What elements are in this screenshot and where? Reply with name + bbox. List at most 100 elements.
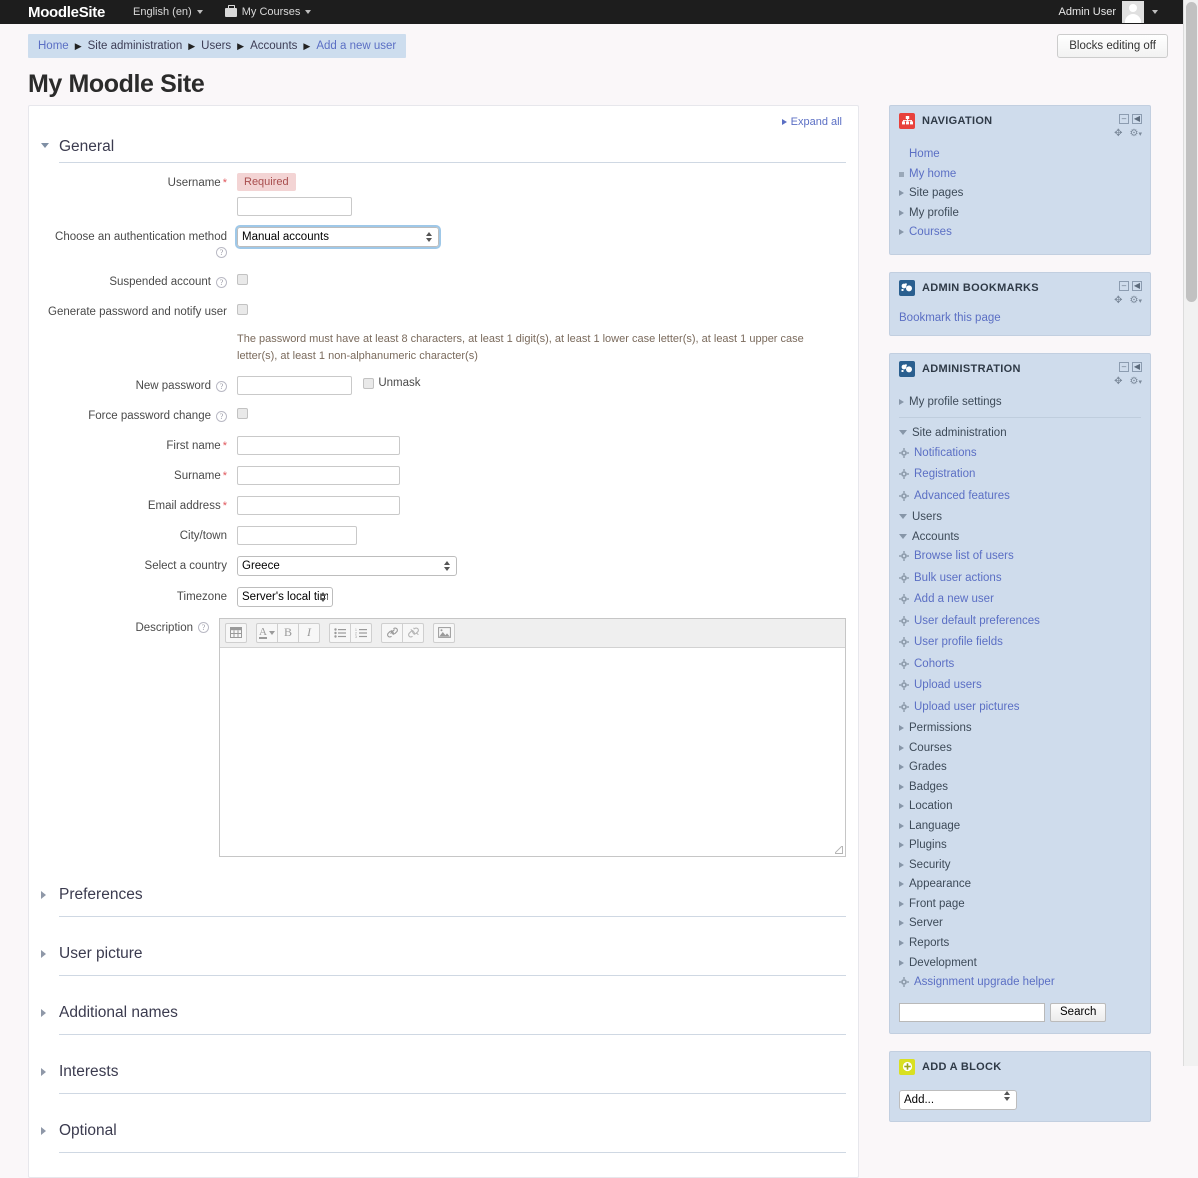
admin-tree-item[interactable]: Registration <box>899 465 1141 487</box>
collapse-block-icon[interactable]: – <box>1119 280 1129 291</box>
bullet-list-icon[interactable] <box>329 622 351 643</box>
chevron-right-icon[interactable] <box>899 190 904 197</box>
auth-method-select[interactable]: Manual accounts <box>235 225 441 249</box>
admin-tree-item[interactable]: Front page <box>899 895 1141 915</box>
section-header-preferences[interactable]: Preferences <box>41 882 846 910</box>
chevron-right-icon[interactable] <box>899 209 904 216</box>
admin-tree-item[interactable]: Grades <box>899 758 1141 778</box>
admin-tree-item[interactable]: Reports <box>899 934 1141 954</box>
my-courses-menu[interactable]: My Courses <box>224 4 312 18</box>
admin-tree-item[interactable]: Security <box>899 856 1141 876</box>
dock-block-icon[interactable]: ◀ <box>1132 280 1142 291</box>
unmask-control[interactable]: Unmask <box>363 377 421 389</box>
breadcrumb-item-site-administration[interactable]: Site administration <box>88 40 183 52</box>
move-icon[interactable]: ✥ <box>1114 376 1122 387</box>
chevron-right-icon[interactable] <box>899 764 904 771</box>
breadcrumb-item-users[interactable]: Users <box>201 40 231 52</box>
blocks-editing-toggle-button[interactable]: Blocks editing off <box>1057 34 1168 58</box>
chevron-right-icon[interactable] <box>899 822 904 829</box>
admin-tree-item[interactable]: User profile fields <box>899 633 1141 655</box>
scrollbar-thumb[interactable] <box>1186 2 1197 302</box>
chevron-down-icon[interactable] <box>899 430 907 436</box>
username-input[interactable] <box>237 197 352 216</box>
link-icon[interactable] <box>381 622 403 643</box>
help-icon[interactable]: ? <box>216 246 227 258</box>
admin-tree-item-label[interactable]: Upload user pictures <box>914 700 1019 716</box>
admin-tree-item-label[interactable]: Bulk user actions <box>914 571 1002 587</box>
chevron-right-icon[interactable] <box>899 744 904 751</box>
move-icon[interactable]: ✥ <box>1114 128 1122 139</box>
help-icon[interactable]: ? <box>216 380 227 392</box>
email-input[interactable] <box>237 495 400 515</box>
admin-tree-item[interactable]: Upload user pictures <box>899 698 1141 720</box>
country-select[interactable]: Greece <box>237 555 457 576</box>
unlink-icon[interactable] <box>402 622 424 643</box>
admin-tree-item[interactable]: Plugins <box>899 836 1141 856</box>
admin-tree-item-label[interactable]: Browse list of users <box>914 549 1014 565</box>
admin-tree-item-label[interactable]: User default preferences <box>914 614 1040 630</box>
breadcrumb-item-accounts[interactable]: Accounts <box>250 40 297 52</box>
suspended-account-checkbox[interactable] <box>237 274 248 286</box>
admin-tree-item-label[interactable]: Assignment upgrade helper <box>914 975 1055 991</box>
admin-tree-item[interactable]: Permissions <box>899 719 1141 739</box>
nav-item-courses-label[interactable]: Courses <box>909 225 952 241</box>
admin-tree-item[interactable]: Advanced features <box>899 487 1141 509</box>
admin-tree-item[interactable]: Users <box>899 508 1141 528</box>
chevron-right-icon[interactable] <box>899 861 904 868</box>
nav-item-home[interactable]: Home <box>899 145 1141 165</box>
admin-tree-item[interactable]: Server <box>899 914 1141 934</box>
admin-tree-item[interactable]: Language <box>899 817 1141 837</box>
language-menu[interactable]: English (en) <box>133 6 203 18</box>
gear-icon[interactable]: ⚙▾ <box>1130 376 1142 387</box>
breadcrumb-item-add-a-new-user[interactable]: Add a new user <box>316 40 396 52</box>
add-block-select[interactable]: Add... <box>899 1089 1017 1110</box>
nav-item-courses[interactable]: Courses <box>899 223 1141 243</box>
chevron-right-icon[interactable] <box>899 783 904 790</box>
nav-item-my-home[interactable]: My home <box>899 165 1141 185</box>
section-header-optional[interactable]: Optional <box>41 1118 846 1146</box>
admin-tree-item[interactable]: Upload users <box>899 676 1141 698</box>
admin-tree-item[interactable]: Bulk user actions <box>899 569 1141 591</box>
table-icon[interactable] <box>225 622 247 643</box>
admin-tree-item[interactable]: Browse list of users <box>899 547 1141 569</box>
force-password-change-checkbox[interactable] <box>237 408 248 420</box>
chevron-right-icon[interactable] <box>899 939 904 946</box>
gear-icon[interactable]: ⚙▾ <box>1130 295 1142 306</box>
admin-tree-item[interactable]: Courses <box>899 739 1141 759</box>
section-header-user-picture[interactable]: User picture <box>41 941 846 969</box>
admin-tree-item-label[interactable]: Notifications <box>914 446 977 462</box>
admin-tree-item-label[interactable]: Advanced features <box>914 489 1010 505</box>
chevron-down-icon[interactable] <box>899 514 907 520</box>
new-password-input[interactable] <box>237 376 352 396</box>
nav-item-home-label[interactable]: Home <box>909 147 940 163</box>
chevron-right-icon[interactable] <box>899 900 904 907</box>
chevron-right-icon[interactable] <box>899 959 904 966</box>
font-color-icon[interactable]: A <box>256 622 278 643</box>
city-input[interactable] <box>237 525 357 545</box>
admin-tree-item[interactable]: Add a new user <box>899 590 1141 612</box>
nav-item-my-profile[interactable]: My profile <box>899 204 1141 224</box>
admin-tree-item[interactable]: Development <box>899 954 1141 974</box>
breadcrumb-item-home[interactable]: Home <box>38 40 69 52</box>
admin-search-input[interactable] <box>899 1002 1045 1022</box>
collapse-block-icon[interactable]: – <box>1119 361 1129 372</box>
admin-tree-item[interactable]: Assignment upgrade helper <box>899 973 1141 995</box>
bookmark-this-page-link[interactable]: Bookmark this page <box>899 312 1001 324</box>
page-scrollbar[interactable] <box>1183 0 1198 1066</box>
bold-icon[interactable]: B <box>277 622 299 643</box>
unmask-checkbox[interactable] <box>363 377 375 389</box>
nav-item-my-home-label[interactable]: My home <box>909 167 956 183</box>
chevron-right-icon[interactable] <box>899 842 904 849</box>
site-brand[interactable]: MoodleSite <box>28 4 105 21</box>
italic-icon[interactable]: I <box>298 622 320 643</box>
numbered-list-icon[interactable]: 123 <box>350 622 372 643</box>
admin-tree-item[interactable]: Accounts <box>899 528 1141 548</box>
timezone-select[interactable]: Server's local time <box>237 586 333 607</box>
admin-tree-item-label[interactable]: User profile fields <box>914 635 1003 651</box>
collapse-block-icon[interactable]: – <box>1119 114 1129 124</box>
admin-tree-item[interactable]: User default preferences <box>899 612 1141 634</box>
first-name-input[interactable] <box>237 435 400 455</box>
dock-block-icon[interactable]: ◀ <box>1132 361 1142 372</box>
section-header-additional-names[interactable]: Additional names <box>41 1000 846 1028</box>
image-icon[interactable] <box>433 622 455 643</box>
